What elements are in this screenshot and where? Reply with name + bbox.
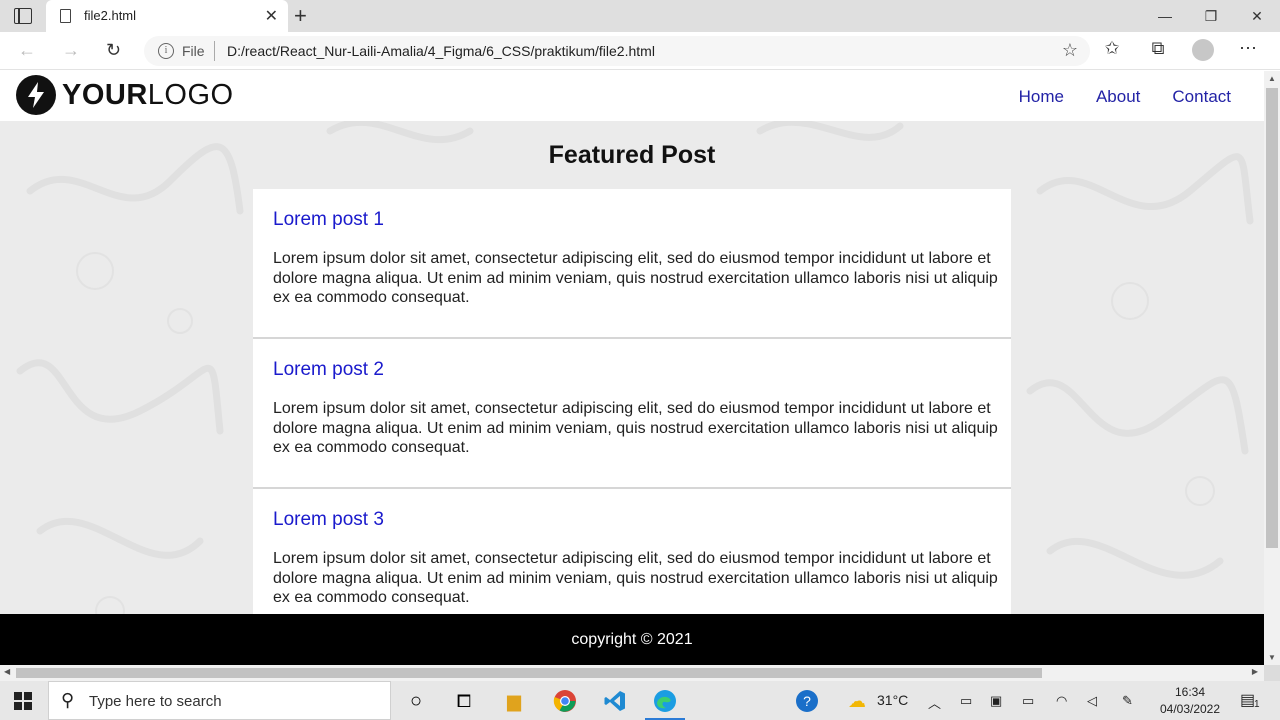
post-list: Lorem post 1 Lorem ipsum dolor sit amet,…	[253, 189, 1011, 639]
page-icon	[60, 9, 71, 23]
help-icon[interactable]: ?	[793, 687, 821, 715]
chrome-icon[interactable]	[551, 687, 579, 715]
volume-icon[interactable]: ◁	[1087, 693, 1097, 709]
post-card: Lorem post 1 Lorem ipsum dolor sit amet,…	[253, 189, 1011, 339]
windows-start-icon[interactable]	[14, 692, 32, 710]
scroll-left-icon[interactable]: ◀	[4, 667, 10, 676]
maximize-icon[interactable]: ❐	[1188, 0, 1234, 32]
logo-light-text: LOGO	[147, 79, 234, 111]
window-controls: — ❐ ✕	[1142, 0, 1280, 32]
plus-icon[interactable]: +	[294, 3, 307, 29]
profile-icon[interactable]	[1192, 39, 1214, 61]
lightning-logo-icon[interactable]	[16, 75, 56, 115]
date: 04/03/2022	[1159, 702, 1221, 716]
temperature[interactable]: 31°C	[877, 692, 908, 708]
notification-count: 1	[1254, 699, 1260, 710]
logo[interactable]: YOURLOGO	[62, 79, 234, 112]
nav-contact-link[interactable]: Contact	[1172, 87, 1231, 107]
reload-icon[interactable]: ↻	[106, 40, 121, 61]
post-title[interactable]: Lorem post 3	[273, 509, 1011, 531]
tab-title: file2.html	[84, 8, 137, 23]
horizontal-scrollbar[interactable]: ◀ ▶	[0, 665, 1264, 681]
vscode-icon[interactable]	[601, 687, 629, 715]
meet-now-icon[interactable]: ▭	[960, 693, 972, 709]
post-body: Lorem ipsum dolor sit amet, consectetur …	[273, 400, 998, 456]
weather-icon[interactable]: ☁	[843, 687, 871, 715]
url-scheme: File	[182, 43, 205, 59]
scroll-down-icon[interactable]: ▼	[1268, 653, 1276, 662]
scroll-right-icon[interactable]: ▶	[1252, 667, 1258, 676]
section-title: Featured Post	[548, 141, 716, 169]
post-body: Lorem ipsum dolor sit amet, consectetur …	[273, 250, 998, 306]
browser-tab-bar: file2.html ✕ + — ❐ ✕	[0, 0, 1280, 32]
wifi-icon[interactable]: ◠	[1056, 693, 1067, 709]
clock[interactable]: 16:34 04/03/2022	[1150, 684, 1230, 718]
battery-icon[interactable]: ▭	[1022, 693, 1034, 709]
taskbar: ⚲ Type here to search ○ ⧠ ▆ ? ☁ 31°C ︿ ▭…	[0, 681, 1280, 720]
svg-text:?: ?	[803, 693, 811, 709]
vertical-scrollbar[interactable]: ▲ ▼	[1264, 71, 1280, 665]
taskbar-search[interactable]: ⚲ Type here to search	[48, 681, 391, 720]
chevron-up-icon[interactable]: ︿	[928, 693, 941, 712]
browser-tab[interactable]: file2.html ✕	[46, 0, 288, 32]
back-icon[interactable]: ←	[18, 40, 36, 61]
post-title[interactable]: Lorem post 2	[273, 359, 1011, 381]
post-body: Lorem ipsum dolor sit amet, consectetur …	[273, 550, 998, 606]
info-icon[interactable]: i	[158, 43, 174, 59]
url-text[interactable]: D:/react/React_Nur-Laili-Amalia/4_Figma/…	[227, 43, 655, 59]
cortana-icon[interactable]: ○	[402, 687, 430, 715]
page-viewport: YOURLOGO Home About Contact Featured Pos…	[0, 71, 1264, 665]
scroll-up-icon[interactable]: ▲	[1268, 74, 1276, 83]
favorites-icon[interactable]: ✩	[1100, 38, 1124, 61]
forward-icon[interactable]: →	[62, 40, 80, 61]
time: 16:34	[1174, 685, 1206, 699]
collections-icon[interactable]: ⧉	[1146, 38, 1170, 61]
add-favorite-icon[interactable]: ☆	[1062, 40, 1078, 61]
url-divider	[214, 41, 215, 61]
address-bar: ← → ↻ i File D:/react/React_Nur-Laili-Am…	[0, 32, 1280, 70]
minimize-icon[interactable]: —	[1142, 0, 1188, 32]
browser-toolbar: ✩ ⧉ ⋯	[1100, 38, 1260, 61]
scrollbar-corner	[1264, 665, 1280, 681]
url-field[interactable]: i File D:/react/React_Nur-Laili-Amalia/4…	[144, 36, 1090, 66]
search-icon: ⚲	[61, 690, 75, 710]
close-window-icon[interactable]: ✕	[1234, 0, 1280, 32]
logo-bold-text: YOUR	[62, 79, 148, 111]
nav-home-link[interactable]: Home	[1019, 87, 1064, 107]
main-nav: Home About Contact	[1019, 87, 1231, 107]
task-view-icon[interactable]: ⧠	[450, 687, 478, 715]
edge-icon[interactable]	[651, 687, 679, 715]
file-explorer-icon[interactable]: ▆	[500, 687, 528, 715]
site-footer: copyright © 2021	[0, 614, 1264, 665]
notification-icon[interactable]: ▤	[1240, 690, 1255, 710]
monitor-icon[interactable]: ▣	[990, 693, 1002, 709]
post-title[interactable]: Lorem post 1	[273, 209, 1011, 231]
horizontal-scroll-thumb[interactable]	[16, 668, 1042, 678]
pen-icon[interactable]: ✎	[1122, 693, 1133, 709]
search-placeholder: Type here to search	[89, 693, 222, 710]
vertical-scroll-thumb[interactable]	[1266, 88, 1278, 548]
tab-actions-icon[interactable]	[14, 8, 32, 24]
site-header: YOURLOGO Home About Contact	[0, 71, 1264, 121]
post-card: Lorem post 2 Lorem ipsum dolor sit amet,…	[253, 339, 1011, 489]
close-icon[interactable]: ✕	[265, 6, 278, 26]
more-icon[interactable]: ⋯	[1236, 38, 1260, 61]
nav-about-link[interactable]: About	[1096, 87, 1140, 107]
